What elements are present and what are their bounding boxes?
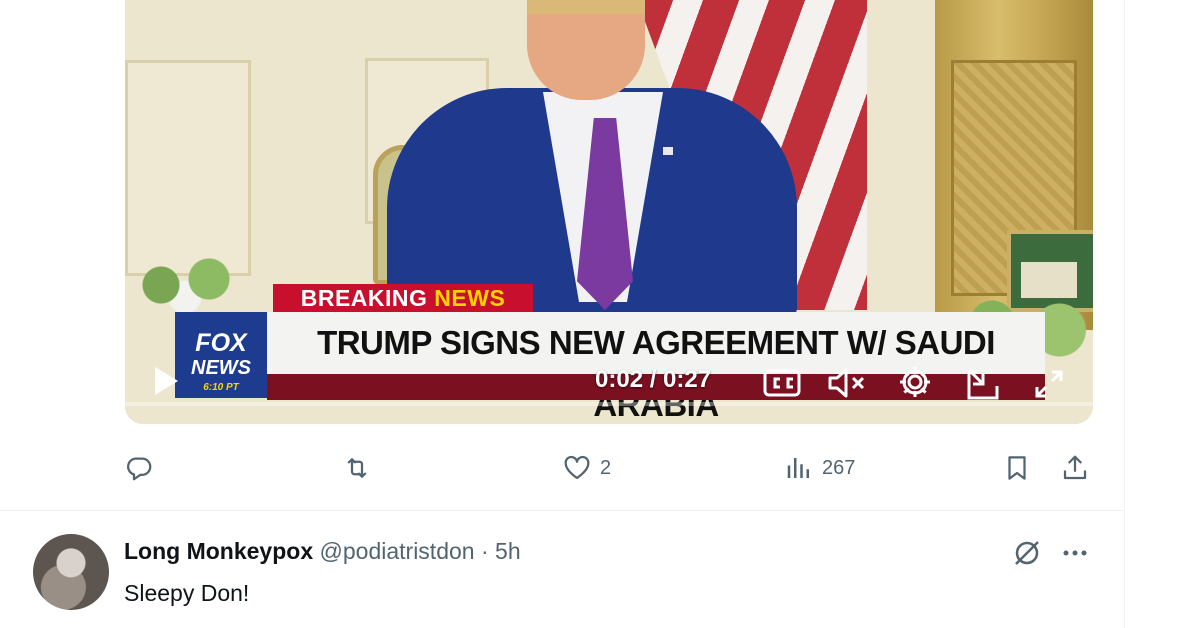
breaking-news-label: BREAKING NEWS xyxy=(273,284,533,312)
share-icon xyxy=(1063,455,1087,480)
user-handle[interactable]: @podiatristdon xyxy=(320,538,475,564)
views-button[interactable]: 267 xyxy=(784,440,855,496)
play-icon xyxy=(155,367,178,395)
fullscreen-button[interactable] xyxy=(1033,368,1065,400)
separator-dot: · xyxy=(480,538,489,564)
muted-speaker-icon xyxy=(828,368,865,398)
play-button[interactable] xyxy=(151,364,181,398)
reply-icon xyxy=(127,457,152,481)
avatar[interactable] xyxy=(33,534,109,610)
bookmark-button[interactable] xyxy=(1002,440,1032,496)
repost-icon xyxy=(347,458,367,478)
video-player[interactable]: BREAKING NEWS FOX NEWS 6:10 PT TRUMP SIG… xyxy=(125,0,1093,424)
settings-button[interactable] xyxy=(897,364,933,400)
reply-button[interactable] xyxy=(124,440,162,496)
pop-out-icon xyxy=(967,368,999,400)
reply-text: Sleepy Don! xyxy=(124,580,250,606)
heart-icon xyxy=(564,455,590,480)
network-logo: FOX NEWS 6:10 PT xyxy=(175,312,267,398)
video-progress-bar[interactable] xyxy=(125,402,1093,406)
timestamp[interactable]: 5h xyxy=(495,538,521,564)
share-button[interactable] xyxy=(1060,440,1090,496)
repost-button[interactable] xyxy=(342,440,380,496)
reply-header: Long Monkeypox @podiatristdon · 5h xyxy=(124,538,521,565)
fullscreen-icon xyxy=(1035,370,1063,398)
captions-button[interactable] xyxy=(763,368,801,398)
pop-out-button[interactable] xyxy=(963,364,1003,402)
gear-icon xyxy=(900,367,930,397)
column-divider xyxy=(1124,0,1125,628)
views-icon xyxy=(787,458,809,478)
display-name[interactable]: Long Monkeypox xyxy=(124,538,313,564)
closed-captions-icon xyxy=(763,369,801,397)
video-timecode: 0:02 / 0:27 xyxy=(595,366,712,393)
grok-icon[interactable] xyxy=(1010,536,1044,570)
mute-button[interactable] xyxy=(827,366,867,400)
more-options-icon[interactable] xyxy=(1058,536,1092,570)
tweet-action-bar: 2 267 xyxy=(0,440,1196,496)
person-face xyxy=(527,0,645,100)
tweet-divider xyxy=(0,510,1124,511)
like-button[interactable]: 2 xyxy=(562,440,611,496)
bookmark-icon xyxy=(1008,456,1026,480)
